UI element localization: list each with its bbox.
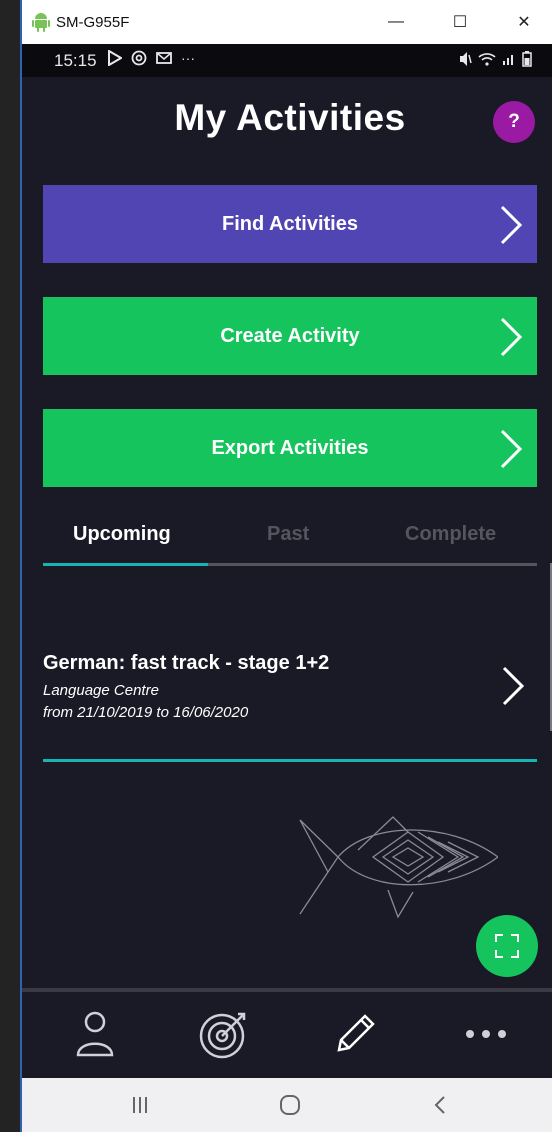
back-icon <box>434 1096 445 1114</box>
tab-indicator <box>43 563 208 566</box>
app-content: My Activities ? Find Activities Create A… <box>22 77 552 992</box>
more-icon <box>466 1030 506 1038</box>
export-activities-button[interactable]: Export Activities <box>43 409 537 487</box>
nav-activities[interactable] <box>325 1004 385 1064</box>
help-button[interactable]: ? <box>493 101 535 143</box>
chevron-right-icon <box>500 429 523 469</box>
activity-dates: from 21/10/2019 to 16/06/2020 <box>43 704 249 721</box>
nav-more[interactable] <box>456 1004 516 1064</box>
scan-icon <box>495 934 519 958</box>
target-icon <box>199 1012 246 1059</box>
find-activities-button[interactable]: Find Activities <box>43 185 537 263</box>
tab-past[interactable]: Past <box>267 523 309 546</box>
activity-divider <box>43 759 537 762</box>
more-notifications: ··· <box>181 50 195 66</box>
create-activity-button[interactable]: Create Activity <box>43 297 537 375</box>
system-status-icons <box>458 51 532 67</box>
emulator-window: SM-G955F — ☐ ✕ 15:15 ··· My Activities ?… <box>22 0 552 1132</box>
at-notification-icon <box>131 50 147 66</box>
message-notification-icon <box>156 52 172 64</box>
activity-organisation: Language Centre <box>43 682 159 699</box>
recent-apps-button[interactable] <box>120 1090 160 1120</box>
window-titlebar: SM-G955F — ☐ ✕ <box>22 0 552 44</box>
wifi-icon <box>478 53 496 66</box>
android-icon <box>32 13 50 32</box>
profile-icon <box>76 1011 114 1057</box>
window-title: SM-G955F <box>56 13 130 31</box>
notification-icons: ··· <box>108 50 195 66</box>
tab-complete[interactable]: Complete <box>405 523 496 546</box>
find-activities-label: Find Activities <box>222 212 358 235</box>
battery-icon <box>522 51 532 67</box>
chevron-right-icon <box>502 666 525 706</box>
page-title: My Activities <box>174 97 406 138</box>
maximize-button[interactable]: ☐ <box>438 0 482 44</box>
activity-name: German: fast track - stage 1+2 <box>43 652 330 674</box>
chevron-right-icon <box>500 317 523 357</box>
tab-indicator-track <box>43 563 537 566</box>
status-time: 15:15 <box>54 51 97 70</box>
mute-icon <box>460 52 472 66</box>
chevron-right-icon <box>500 205 523 245</box>
nav-profile[interactable] <box>65 1004 125 1064</box>
device-status-bar: 15:15 ··· <box>22 44 552 77</box>
recent-apps-icon <box>133 1097 147 1113</box>
activity-item[interactable]: German: fast track - stage 1+2 Language … <box>43 642 537 762</box>
nav-goals[interactable] <box>194 1004 254 1064</box>
scan-fab-button[interactable] <box>476 915 538 977</box>
home-button[interactable] <box>270 1090 310 1120</box>
signal-icon <box>503 55 513 65</box>
home-icon <box>280 1095 300 1115</box>
android-system-nav <box>22 1078 552 1132</box>
activity-tabs: Upcoming Past Complete <box>43 517 537 567</box>
host-window-edge <box>0 0 22 1132</box>
pencil-icon <box>337 1014 375 1052</box>
bottom-navigation <box>22 988 552 1078</box>
close-button[interactable]: ✕ <box>502 0 546 44</box>
tab-upcoming[interactable]: Upcoming <box>73 523 171 546</box>
minimize-button[interactable]: — <box>374 0 418 44</box>
create-activity-label: Create Activity <box>220 324 360 347</box>
play-notification-icon <box>108 50 122 66</box>
export-activities-label: Export Activities <box>211 436 369 459</box>
back-button[interactable] <box>420 1090 460 1120</box>
fish-logo-watermark <box>299 816 498 919</box>
